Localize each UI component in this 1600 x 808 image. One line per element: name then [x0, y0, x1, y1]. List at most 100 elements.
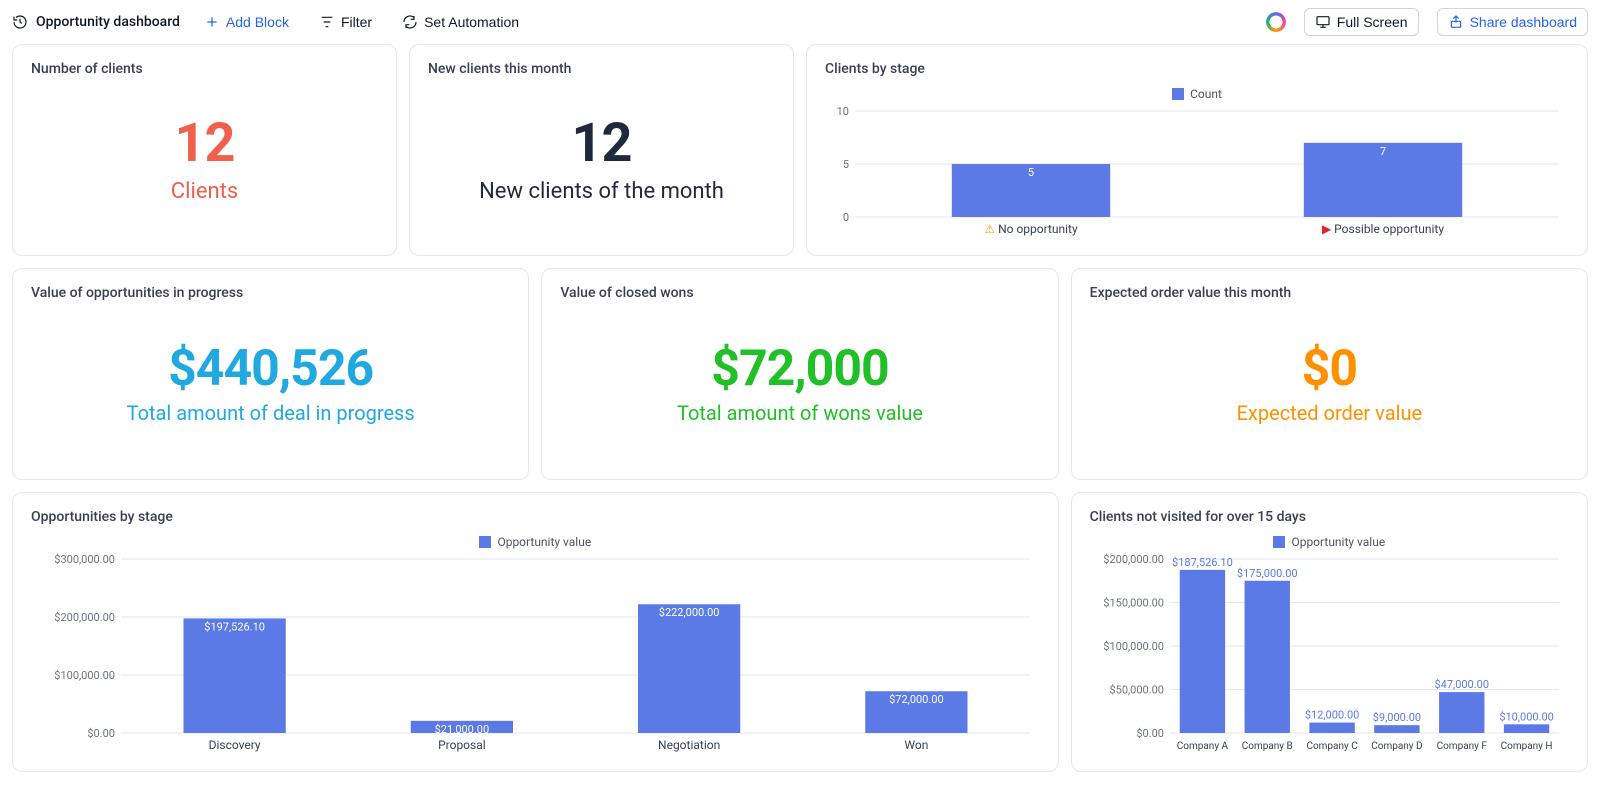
- bar-value-label: $72,000.00: [889, 693, 944, 706]
- svg-text:0: 0: [843, 211, 849, 224]
- bar-value-label: $9,000.00: [1372, 711, 1420, 724]
- bar-value-label: $222,000.00: [659, 606, 720, 619]
- category-label: Company A: [1176, 741, 1228, 752]
- chart-legend: Count: [825, 81, 1569, 103]
- bar-value-label: $175,000.00: [1237, 567, 1298, 580]
- bar[interactable]: [1309, 723, 1354, 733]
- filter-label: Filter: [341, 14, 372, 30]
- bar[interactable]: [1504, 724, 1549, 733]
- card-opportunities-by-stage[interactable]: Opportunities by stage Opportunity value…: [12, 492, 1059, 772]
- add-block-button[interactable]: Add Block: [198, 13, 295, 31]
- stat-value: 12: [175, 116, 235, 173]
- chart-canvas: $0.00$50,000.00$100,000.00$150,000.00$20…: [1090, 551, 1569, 759]
- card-title: Number of clients: [31, 61, 378, 77]
- svg-text:$50,000.00: $50,000.00: [1109, 684, 1164, 697]
- stat-label: Total amount of deal in progress: [127, 401, 415, 425]
- stat-value: $72,000: [711, 343, 888, 396]
- legend-label: Opportunity value: [1291, 535, 1385, 549]
- category-label: Negotiation: [658, 738, 720, 752]
- legend-label: Opportunity value: [497, 535, 591, 549]
- card-expected-order[interactable]: Expected order value this month $0 Expec…: [1071, 268, 1588, 480]
- svg-text:$0.00: $0.00: [87, 727, 115, 740]
- bar-value-label: $187,526.10: [1172, 556, 1233, 569]
- chart-canvas: $0.00$100,000.00$200,000.00$300,000.00$1…: [31, 551, 1040, 759]
- brand-ring-icon: [1266, 12, 1286, 32]
- bar[interactable]: [1374, 725, 1419, 733]
- svg-text:$100,000.00: $100,000.00: [54, 669, 115, 682]
- bar[interactable]: [183, 618, 285, 733]
- add-block-label: Add Block: [226, 14, 289, 30]
- dashboard-grid: Number of clients 12 Clients New clients…: [0, 44, 1600, 784]
- card-title: Value of opportunities in progress: [31, 285, 510, 301]
- svg-text:$300,000.00: $300,000.00: [54, 553, 115, 566]
- legend-swatch: [479, 536, 491, 548]
- bar-value-label: $12,000.00: [1304, 709, 1359, 722]
- bar[interactable]: [1439, 692, 1484, 733]
- card-opportunities-in-progress[interactable]: Value of opportunities in progress $440,…: [12, 268, 529, 480]
- category-label: Company B: [1241, 741, 1292, 752]
- svg-text:$200,000.00: $200,000.00: [54, 611, 115, 624]
- card-clients-not-visited[interactable]: Clients not visited for over 15 days Opp…: [1071, 492, 1588, 772]
- card-new-clients[interactable]: New clients this month 12 New clients of…: [409, 44, 794, 256]
- bar-value-label: $47,000.00: [1434, 678, 1489, 691]
- bar-value-label: 5: [1028, 166, 1034, 179]
- full-screen-button[interactable]: Full Screen: [1304, 8, 1419, 36]
- svg-text:$100,000.00: $100,000.00: [1103, 640, 1164, 653]
- bar[interactable]: [1179, 570, 1224, 733]
- card-title: New clients this month: [428, 61, 775, 77]
- chart-legend: Opportunity value: [31, 529, 1040, 551]
- category-label: ▶ Possible opportunity: [1322, 222, 1444, 236]
- category-label: Company F: [1436, 741, 1487, 752]
- automation-label: Set Automation: [424, 14, 519, 30]
- dashboard-title-group: Opportunity dashboard: [12, 14, 180, 30]
- svg-text:5: 5: [843, 158, 849, 171]
- card-clients-by-stage[interactable]: Clients by stage Count 0 5 10 5 ⚠ No opportu…: [806, 44, 1588, 256]
- svg-text:$150,000.00: $150,000.00: [1103, 597, 1164, 610]
- card-title: Clients not visited for over 15 days: [1090, 509, 1569, 525]
- refresh-icon: [402, 14, 418, 30]
- filter-button[interactable]: Filter: [313, 13, 378, 31]
- category-label: Company H: [1500, 741, 1552, 752]
- card-title: Expected order value this month: [1090, 285, 1569, 301]
- page-title: Opportunity dashboard: [36, 14, 180, 30]
- stat-label: New clients of the month: [479, 179, 724, 204]
- category-label: Company C: [1306, 741, 1358, 752]
- stat-label: Clients: [171, 179, 238, 204]
- svg-text:10: 10: [837, 105, 849, 118]
- category-label: Won: [904, 738, 928, 752]
- bar-value-label: 7: [1380, 145, 1386, 158]
- legend-swatch: [1172, 88, 1184, 100]
- bar-value-label: $10,000.00: [1499, 710, 1554, 723]
- svg-text:$0.00: $0.00: [1136, 727, 1164, 740]
- share-label: Share dashboard: [1470, 14, 1577, 30]
- stat-value: 12: [572, 116, 632, 173]
- card-number-of-clients[interactable]: Number of clients 12 Clients: [12, 44, 397, 256]
- full-screen-label: Full Screen: [1337, 14, 1408, 30]
- category-label: ⚠ No opportunity: [984, 222, 1078, 236]
- legend-swatch: [1273, 536, 1285, 548]
- stat-value: $0: [1302, 343, 1357, 396]
- filter-icon: [319, 14, 335, 30]
- legend-label: Count: [1190, 87, 1222, 101]
- share-icon: [1448, 14, 1464, 30]
- present-icon: [1315, 14, 1331, 30]
- card-closed-wons[interactable]: Value of closed wons $72,000 Total amoun…: [541, 268, 1058, 480]
- category-label: Company D: [1371, 741, 1422, 752]
- card-title: Opportunities by stage: [31, 509, 1040, 525]
- toolbar: Opportunity dashboard Add Block Filter S…: [0, 0, 1600, 44]
- category-label: Discovery: [209, 738, 261, 752]
- plus-icon: [204, 14, 220, 30]
- bar-value-label: $21,000.00: [435, 723, 490, 736]
- card-title: Clients by stage: [825, 61, 1569, 77]
- card-title: Value of closed wons: [560, 285, 1039, 301]
- stat-value: $440,526: [168, 343, 373, 396]
- set-automation-button[interactable]: Set Automation: [396, 13, 525, 31]
- stat-label: Expected order value: [1237, 401, 1423, 425]
- bar[interactable]: [1244, 581, 1289, 733]
- history-icon: [12, 14, 28, 30]
- chart-canvas: 0 5 10 5 ⚠ No opportunity 7 ▶ Possible opportu…: [825, 103, 1569, 243]
- share-dashboard-button[interactable]: Share dashboard: [1437, 8, 1588, 36]
- chart-legend: Opportunity value: [1090, 529, 1569, 551]
- stat-label: Total amount of wons value: [677, 401, 923, 425]
- bar[interactable]: [638, 604, 740, 733]
